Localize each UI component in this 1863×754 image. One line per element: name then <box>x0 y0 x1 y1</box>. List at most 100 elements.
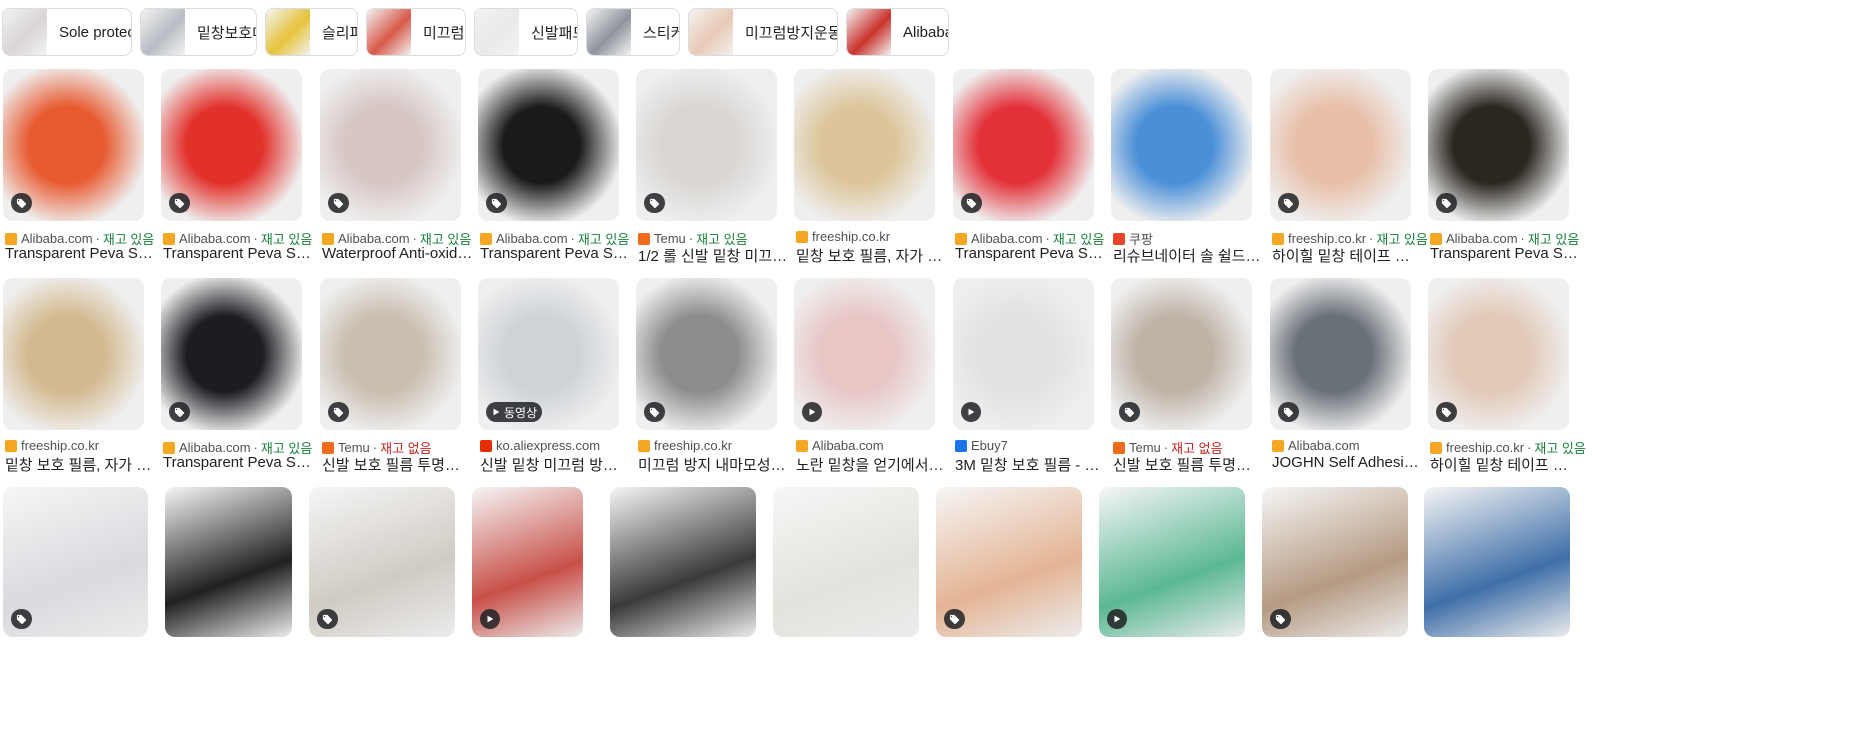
result-title[interactable]: Transparent Peva Sol… <box>955 245 1106 262</box>
separator-dot: · <box>412 231 417 246</box>
shopping-tag-icon <box>169 193 190 213</box>
result-thumbnail[interactable] <box>309 487 455 637</box>
result-title[interactable]: 신발 보호 필름 투명한 … <box>1113 454 1264 475</box>
result-source[interactable]: Alibaba.com <box>796 438 884 453</box>
separator-dot: · <box>1163 440 1169 455</box>
separator-dot: · <box>95 231 100 246</box>
result-thumbnail[interactable] <box>320 69 461 221</box>
shopping-tag-icon <box>328 402 349 422</box>
result-thumbnail[interactable] <box>1111 278 1252 430</box>
result-title[interactable]: Waterproof Anti-oxidati… <box>322 245 473 262</box>
shopping-tag-icon <box>317 609 338 629</box>
site-favicon-icon <box>638 439 650 452</box>
result-source[interactable]: freeship.co.kr <box>638 438 732 453</box>
site-favicon-icon <box>638 232 650 245</box>
result-thumbnail[interactable] <box>161 69 302 221</box>
site-favicon-icon <box>5 232 17 245</box>
source-name: Alibaba.com <box>21 231 93 246</box>
site-favicon-icon <box>163 232 175 245</box>
separator-dot: · <box>372 440 378 455</box>
result-thumbnail[interactable]: 동영상 <box>478 278 619 430</box>
result-thumbnail[interactable] <box>636 69 777 221</box>
result-thumbnail[interactable] <box>1424 487 1570 637</box>
site-favicon-icon <box>1272 439 1284 452</box>
result-title[interactable]: JOGHN Self Adhesive … <box>1272 454 1423 471</box>
source-name: Alibaba.com <box>1446 231 1518 246</box>
video-play-icon <box>480 609 500 629</box>
result-thumbnail[interactable] <box>3 69 144 221</box>
site-favicon-icon <box>955 232 967 245</box>
shopping-tag-icon <box>961 193 982 213</box>
source-name: Alibaba.com <box>812 438 884 453</box>
result-title[interactable]: 밑창 보호 필름, 자가 접… <box>796 245 947 266</box>
shopping-tag-icon <box>11 609 32 629</box>
result-title[interactable]: Transparent Peva Sol… <box>1430 245 1581 262</box>
separator-dot: · <box>1520 231 1525 246</box>
shopping-tag-icon <box>1436 402 1457 422</box>
result-thumbnail[interactable] <box>320 278 461 430</box>
shopping-tag-icon <box>1436 193 1457 213</box>
shopping-tag-icon <box>644 193 665 213</box>
result-thumbnail[interactable] <box>161 278 302 430</box>
video-play-icon <box>961 402 981 422</box>
result-title[interactable]: Transparent Peva Sol… <box>163 454 314 471</box>
source-name: freeship.co.kr <box>1446 440 1525 455</box>
result-title[interactable]: 노란 밑창을 얻기에서 장… <box>796 454 947 475</box>
source-name: Temu <box>338 440 370 455</box>
site-favicon-icon <box>796 439 808 452</box>
site-favicon-icon <box>5 439 17 452</box>
source-name: freeship.co.kr <box>21 438 100 453</box>
site-favicon-icon <box>322 232 334 245</box>
result-title[interactable]: 신발 보호 필름 투명한 … <box>322 454 473 475</box>
shopping-tag-icon <box>644 402 665 422</box>
result-thumbnail[interactable] <box>1099 487 1245 637</box>
result-title[interactable]: Transparent Peva Sol… <box>480 245 631 262</box>
result-source[interactable]: ko.aliexpress.com <box>480 438 600 453</box>
result-thumbnail[interactable] <box>636 278 777 430</box>
result-thumbnail[interactable] <box>794 69 935 221</box>
result-title[interactable]: 신발 밑창 미끄럼 방지 … <box>480 454 631 475</box>
result-title[interactable]: 하이힐 밑창 테이프 스티… <box>1272 245 1423 266</box>
shopping-tag-icon <box>1278 402 1299 422</box>
result-thumbnail[interactable] <box>1111 69 1252 221</box>
site-favicon-icon <box>322 441 334 454</box>
site-favicon-icon <box>480 439 492 452</box>
result-thumbnail[interactable] <box>1428 69 1569 221</box>
result-source[interactable]: Ebuy7 <box>955 438 1008 453</box>
result-thumbnail[interactable] <box>1270 278 1411 430</box>
shopping-tag-icon <box>1119 402 1140 422</box>
image-results-grid: Alibaba.com · 재고 있음 Transparent Peva Sol… Al… <box>0 0 1863 754</box>
result-thumbnail[interactable] <box>610 487 756 637</box>
result-title[interactable]: Transparent Peva Sol… <box>163 245 314 262</box>
result-title[interactable]: 1/2 롤 신발 밑창 미끄럼 … <box>638 245 789 266</box>
site-favicon-icon <box>163 441 175 454</box>
video-badge: 동영상 <box>486 402 543 422</box>
result-title[interactable]: 하이힐 밑창 테이프 스티… <box>1430 454 1581 475</box>
result-source[interactable]: Alibaba.com <box>1272 438 1360 453</box>
source-name: Alibaba.com <box>179 231 251 246</box>
result-thumbnail[interactable] <box>472 487 583 637</box>
result-thumbnail[interactable] <box>936 487 1082 637</box>
result-title[interactable]: 미끄럼 방지 내마모성 신… <box>638 454 789 475</box>
result-title[interactable]: Transparent Peva Sol… <box>5 245 156 262</box>
result-title[interactable]: 3M 밑창 보호 필름 - 미… <box>955 454 1106 475</box>
result-thumbnail[interactable] <box>1262 487 1408 637</box>
result-thumbnail[interactable] <box>3 278 144 430</box>
result-thumbnail[interactable] <box>478 69 619 221</box>
separator-dot: · <box>688 231 694 246</box>
result-thumbnail[interactable] <box>3 487 148 637</box>
shopping-tag-icon <box>486 193 507 213</box>
result-source[interactable]: freeship.co.kr <box>5 438 99 453</box>
result-thumbnail[interactable] <box>953 69 1094 221</box>
source-name: ko.aliexpress.com <box>496 438 601 453</box>
result-thumbnail[interactable] <box>953 278 1094 430</box>
result-title[interactable]: 밑창 보호 필름, 자가 접… <box>5 454 156 475</box>
shopping-tag-icon <box>328 193 349 213</box>
result-thumbnail[interactable] <box>773 487 919 637</box>
result-thumbnail[interactable] <box>1428 278 1569 430</box>
result-thumbnail[interactable] <box>165 487 292 637</box>
result-title[interactable]: 리슈브네이터 솔 쉴드 아… <box>1113 245 1264 266</box>
result-source[interactable]: freeship.co.kr <box>796 229 890 244</box>
result-thumbnail[interactable] <box>1270 69 1411 221</box>
result-thumbnail[interactable] <box>794 278 935 430</box>
